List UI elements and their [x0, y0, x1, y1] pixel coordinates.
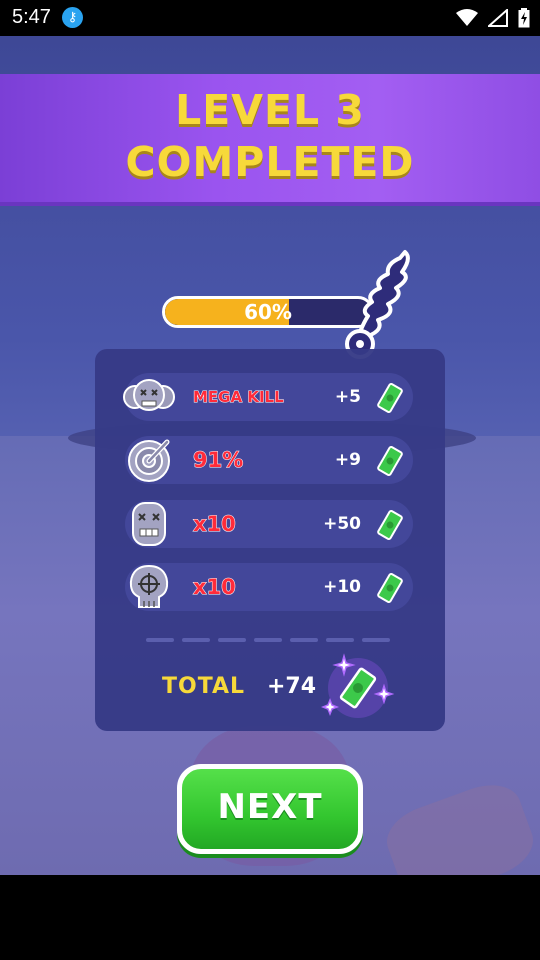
- reward-row: x10 +50: [125, 500, 413, 548]
- cash-icon: [377, 446, 403, 476]
- navigation-bar: [0, 875, 540, 960]
- skull-crosshair-icon: [129, 564, 169, 608]
- status-time: 5:47: [12, 6, 51, 28]
- total-label: TOTAL: [162, 674, 246, 699]
- reward-value: +10: [323, 577, 361, 597]
- sparkling-cash-icon: [320, 653, 395, 718]
- reward-row: MEGA KILL +5: [123, 373, 413, 421]
- reward-label: x10: [193, 575, 237, 600]
- reward-label: x10: [193, 512, 237, 537]
- cash-icon: [377, 383, 403, 413]
- wifi-icon: [456, 9, 478, 26]
- zombie-group-icon: [123, 379, 175, 411]
- reward-value: +9: [334, 450, 361, 470]
- next-button[interactable]: NEXT: [177, 764, 363, 854]
- cash-icon: [377, 510, 403, 540]
- reward-row: x10 +10: [125, 563, 413, 611]
- target-icon: [128, 439, 170, 482]
- reward-label: 91%: [192, 448, 244, 473]
- divider: [146, 638, 390, 642]
- total-value: +74: [267, 674, 317, 699]
- completed-title: COMPLETED: [125, 138, 415, 186]
- battery-icon: [518, 8, 530, 28]
- vpn-key-icon: ⚷: [62, 7, 83, 28]
- reward-row: 91% +9: [125, 436, 413, 484]
- weapon-unlock-icon: [345, 250, 410, 359]
- reward-value: +50: [323, 514, 361, 534]
- level-title: LEVEL 3: [175, 86, 365, 134]
- status-icons: [456, 6, 530, 30]
- status-bar: 5:47 ⚷: [0, 0, 540, 36]
- cash-icon: [377, 573, 403, 603]
- next-button-label: NEXT: [217, 787, 323, 827]
- signal-icon: [488, 9, 508, 27]
- zombie-head-icon: [132, 502, 166, 546]
- reward-label: MEGA KILL: [193, 388, 285, 407]
- reward-value: +5: [334, 387, 361, 407]
